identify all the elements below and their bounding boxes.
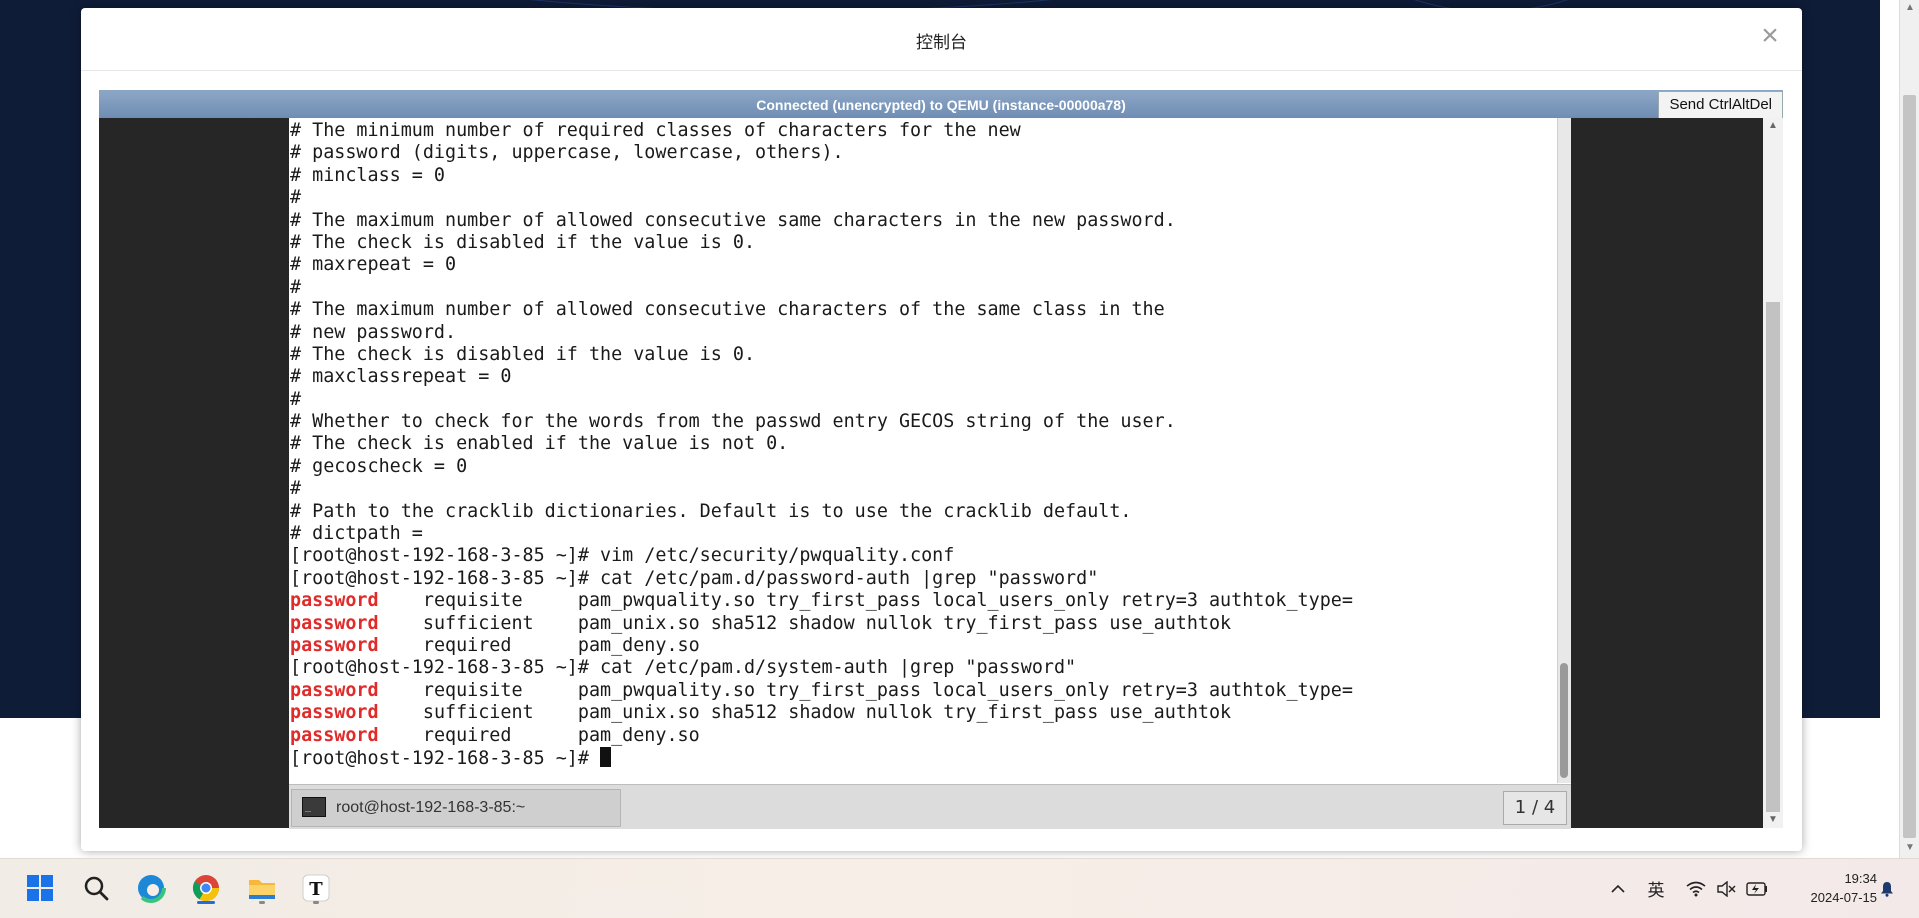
terminal-line: # gecoscheck = 0 [290,455,468,477]
vnc-scrollbar[interactable]: ▲ ▼ [1763,118,1783,828]
windows-start-icon[interactable] [21,869,59,907]
workspace-pager[interactable]: 1 / 4 [1503,791,1567,825]
typora-icon[interactable]: T [297,869,335,907]
terminal-output[interactable]: # The minimum number of required classes… [290,120,1548,785]
terminal-line: [root@host-192-168-3-85 ~]# vim /etc/sec… [290,545,955,567]
terminal-line: # Path to the cracklib dictionaries. Def… [290,500,1132,522]
clock-date: 2024-07-15 [1810,890,1878,905]
console-dialog: 控制台 × Connected (unencrypted) to QEMU (i… [81,8,1802,851]
vnc-screen[interactable]: # The minimum number of required classes… [99,118,1763,829]
grep-line-rest: sufficient pam_unix.so sha512 shadow nul… [378,702,1232,724]
ime-indicator[interactable]: 英 [1643,859,1669,918]
close-icon[interactable]: × [1756,21,1784,51]
terminal-grep-line: password sufficient pam_unix.so sha512 s… [290,613,1548,635]
shell-prompt: [root@host-192-168-3-85 ~]# [290,747,601,769]
terminal-line: [root@host-192-168-3-85 ~]# cat /etc/pam… [290,657,1077,679]
grep-match-keyword: password [290,679,379,701]
volume-muted-icon[interactable] [1713,859,1739,918]
scroll-up-arrow-icon[interactable]: ▲ [1900,2,1919,16]
clock[interactable]: 19:34 2024-07-15 [1811,869,1878,907]
terminal-tab-bar: _ root@host-192-168-3-85:~ 1 / 4 [289,784,1571,829]
vnc-scroll-thumb[interactable] [1766,302,1780,812]
grep-match-keyword: password [290,590,379,612]
search-icon[interactable] [77,869,115,907]
svg-text:T: T [309,879,323,900]
taskbar: T 英 19:34 2024-07-15 [0,858,1919,918]
terminal-cursor [600,746,612,767]
grep-match-keyword: password [290,634,379,656]
terminal-line: # The check is disabled if the value is … [290,343,756,365]
wifi-icon[interactable] [1683,859,1709,918]
active-indicator [197,901,215,904]
terminal-line: # maxclassrepeat = 0 [290,366,512,388]
page-scrollbar[interactable]: ▲ ▼ [1899,0,1919,858]
grep-line-rest: requisite pam_pwquality.so try_first_pas… [378,679,1353,701]
terminal-icon: _ [302,797,326,817]
grep-match-keyword: password [290,702,379,724]
terminal-line: [root@host-192-168-3-85 ~]# cat /etc/pam… [290,567,1099,589]
vnc-status-bar: Connected (unencrypted) to QEMU (instanc… [99,90,1783,119]
terminal-line: # The maximum number of allowed consecut… [290,299,1165,321]
terminal-line: # The check is disabled if the value is … [290,231,756,253]
page-scroll-thumb[interactable] [1903,95,1916,838]
terminal-line: # The minimum number of required classes… [290,120,1021,141]
dialog-title: 控制台 [916,33,967,52]
scroll-up-arrow-icon[interactable]: ▲ [1763,120,1783,134]
grep-line-rest: requisite pam_pwquality.so try_first_pas… [378,590,1353,612]
terminal-scrollbar[interactable] [1557,118,1571,783]
grep-line-rest: required pam_deny.so [378,634,700,656]
terminal-line: # The maximum number of allowed consecut… [290,209,1176,231]
grep-match-keyword: password [290,724,379,746]
running-indicator [313,901,319,904]
grep-line-rest: sufficient pam_unix.so sha512 shadow nul… [378,612,1232,634]
grep-match-keyword: password [290,612,379,634]
terminal-line: # dictpath = [290,523,423,545]
dialog-header: 控制台 × [81,8,1802,71]
terminal-line: # maxrepeat = 0 [290,254,457,276]
file-explorer-icon[interactable] [243,869,281,907]
chrome-browser-icon[interactable] [187,869,225,907]
scroll-down-arrow-icon[interactable]: ▼ [1900,842,1919,856]
show-hidden-icons-chevron-icon[interactable] [1605,859,1631,918]
terminal-line: # The check is enabled if the value is n… [290,433,789,455]
terminal-line: # new password. [290,321,457,343]
vnc-connection-status: Connected (unencrypted) to QEMU (instanc… [756,97,1126,113]
notification-bell-icon[interactable] [1876,859,1898,918]
terminal-prompt-line[interactable]: [root@host-192-168-3-85 ~]# [290,746,1548,769]
terminal-grep-line: password sufficient pam_unix.so sha512 s… [290,702,1548,724]
terminal-line: # [290,187,302,209]
terminal-line: # Whether to check for the words from th… [290,411,1176,433]
terminal-grep-line: password requisite pam_pwquality.so try_… [290,590,1548,612]
terminal-grep-line: password requisite pam_pwquality.so try_… [290,680,1548,702]
send-ctrl-alt-del-button[interactable]: Send CtrlAltDel [1658,91,1783,119]
grep-line-rest: required pam_deny.so [378,724,700,746]
terminal-line: # [290,478,302,500]
edge-browser-icon[interactable] [132,869,170,907]
terminal-tab-label: root@host-192-168-3-85:~ [336,799,526,816]
terminal-grep-line: password required pam_deny.so [290,725,1548,747]
clock-time: 19:34 [1844,871,1877,886]
terminal-window[interactable]: # The minimum number of required classes… [289,118,1571,829]
terminal-line: # password (digits, uppercase, lowercase… [290,142,844,164]
terminal-line: # [290,388,302,410]
terminal-line: # [290,276,302,298]
battery-charging-icon[interactable] [1743,859,1771,918]
terminal-tab[interactable]: _ root@host-192-168-3-85:~ [291,789,621,827]
terminal-scroll-thumb[interactable] [1560,663,1568,778]
terminal-line: # minclass = 0 [290,164,446,186]
running-indicator [259,901,265,904]
vnc-console[interactable]: Connected (unencrypted) to QEMU (instanc… [99,90,1783,829]
scroll-down-arrow-icon[interactable]: ▼ [1763,814,1783,828]
terminal-grep-line: password required pam_deny.so [290,635,1548,657]
